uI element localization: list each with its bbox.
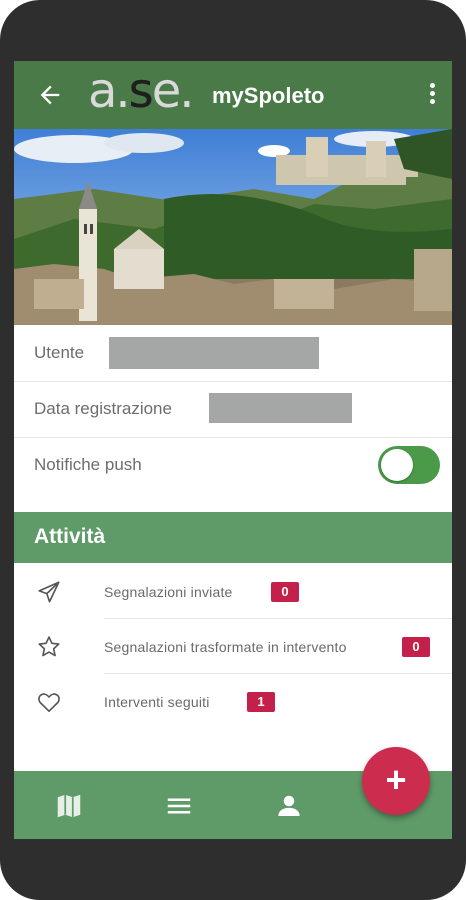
activity-label: Segnalazioni inviate xyxy=(104,584,233,600)
user-label: Utente xyxy=(34,343,85,362)
spoleto-landscape xyxy=(14,129,452,325)
user-value-redacted xyxy=(109,337,319,369)
push-toggle[interactable] xyxy=(378,446,440,484)
activity-header: Attività xyxy=(14,512,452,563)
count-badge: 1 xyxy=(247,692,275,712)
activity-item-sent[interactable]: Segnalazioni inviate 0 xyxy=(14,564,452,619)
activity-item-transformed[interactable]: Segnalazioni trasformate in intervento 0 xyxy=(14,619,452,674)
list-icon[interactable] xyxy=(164,791,194,821)
activity-title: Attività xyxy=(34,525,106,548)
registration-value-redacted xyxy=(209,393,352,423)
count-badge: 0 xyxy=(402,637,430,657)
phone-frame: a.se. mySpoleto Utente Data registrazion… xyxy=(0,0,466,900)
app-screen: a.se. mySpoleto Utente Data registrazion… xyxy=(14,61,452,839)
registration-label: Data registrazione xyxy=(34,399,172,418)
toggle-knob xyxy=(381,449,413,481)
user-row: Utente xyxy=(14,325,452,382)
app-logo: a.se. xyxy=(88,63,194,119)
count-badge: 0 xyxy=(271,582,299,602)
activity-label: Segnalazioni trasformate in intervento xyxy=(104,639,347,655)
more-vertical-icon[interactable] xyxy=(430,83,436,107)
person-icon[interactable] xyxy=(274,791,304,821)
add-report-button[interactable]: + xyxy=(362,747,430,815)
map-icon[interactable] xyxy=(54,791,84,821)
app-bar: a.se. mySpoleto xyxy=(14,61,452,129)
push-label: Notifiche push xyxy=(34,455,142,474)
registration-row: Data registrazione xyxy=(14,381,452,438)
send-icon xyxy=(38,581,60,603)
activity-item-followed[interactable]: Interventi seguiti 1 xyxy=(14,674,452,729)
city-banner-image xyxy=(14,129,452,325)
activity-label: Interventi seguiti xyxy=(104,694,210,710)
app-title: mySpoleto xyxy=(212,83,325,108)
push-row: Notifiche push xyxy=(14,437,452,493)
heart-icon xyxy=(38,693,60,713)
plus-icon: + xyxy=(385,759,407,800)
arrow-left-icon[interactable] xyxy=(36,81,64,109)
star-icon xyxy=(38,636,60,657)
